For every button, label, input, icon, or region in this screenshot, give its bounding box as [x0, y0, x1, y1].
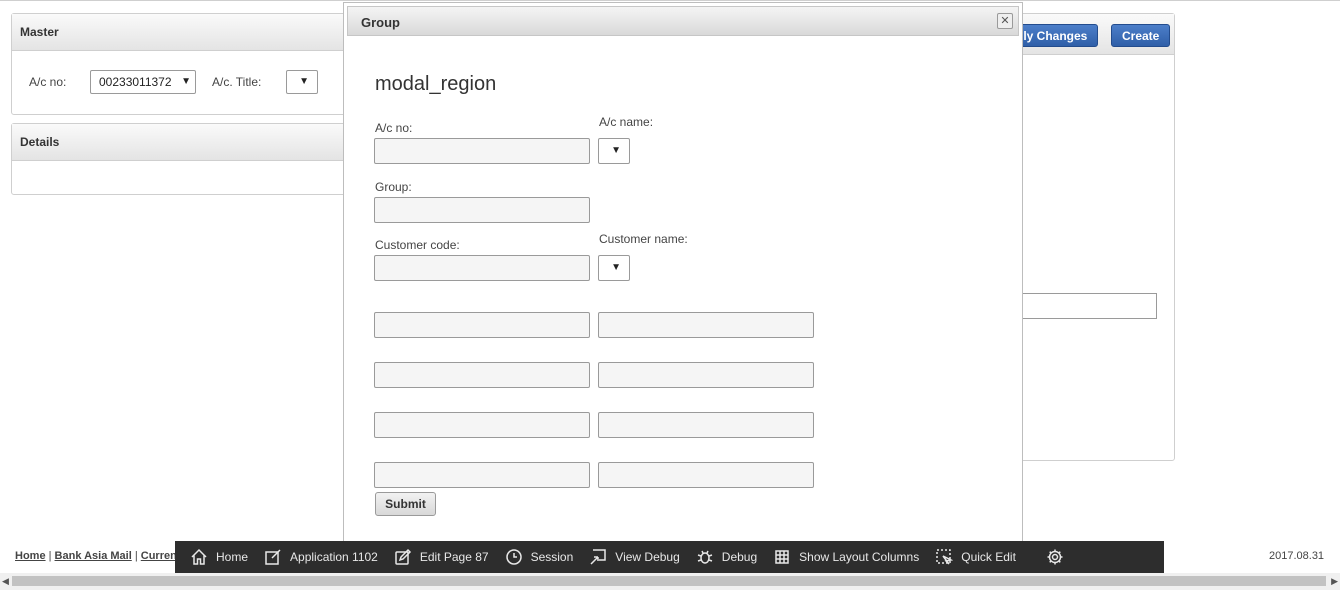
- text-input[interactable]: [598, 312, 814, 338]
- top-border: [0, 0, 1340, 1]
- group-dialog: Group ✕ modal_region A/c no: A/c name: ▼…: [343, 2, 1023, 542]
- text-input[interactable]: [374, 412, 590, 438]
- footer-link-current[interactable]: Curren: [141, 550, 177, 562]
- modal-region-title: modal_region: [375, 73, 497, 95]
- edit-icon: [264, 548, 282, 566]
- dialog-header: Group ✕: [347, 6, 1019, 36]
- customer-code-input[interactable]: [374, 255, 590, 281]
- dev-toolbar-layout-columns[interactable]: Show Layout Columns: [773, 548, 919, 566]
- developer-toolbar: Home Application 1102 Edit Page 87 Sessi…: [175, 541, 1164, 573]
- view-debug-icon: [589, 548, 607, 566]
- chevron-down-icon: ▼: [299, 76, 309, 87]
- dialog-title: Group: [361, 15, 400, 30]
- footer-link-mail[interactable]: Bank Asia Mail: [55, 550, 132, 562]
- create-button[interactable]: Create: [1111, 24, 1171, 47]
- scroll-right-icon[interactable]: ▶: [1331, 576, 1338, 587]
- clock-icon: [505, 548, 523, 566]
- text-input[interactable]: [374, 312, 590, 338]
- right-region: ply Changes Create: [1005, 13, 1175, 461]
- text-input[interactable]: [598, 462, 814, 488]
- grid-icon: [773, 548, 791, 566]
- dev-toolbar-view-debug-label: View Debug: [615, 550, 680, 564]
- dev-toolbar-session-label: Session: [530, 550, 574, 564]
- text-input[interactable]: [374, 462, 590, 488]
- dev-toolbar-quick-edit-label: Quick Edit: [961, 550, 1016, 564]
- dev-toolbar-home-label: Home: [216, 550, 249, 564]
- close-icon[interactable]: ✕: [997, 13, 1013, 29]
- dev-toolbar-application-label: Application 1102: [290, 550, 378, 564]
- dev-toolbar-application[interactable]: Application 1102: [264, 548, 378, 566]
- horizontal-scrollbar[interactable]: ◀ ▶: [0, 573, 1340, 590]
- dev-toolbar-edit-page-label: Edit Page 87: [419, 550, 489, 564]
- submit-button[interactable]: Submit: [375, 492, 436, 516]
- chevron-down-icon: ▼: [611, 145, 621, 156]
- ac-name-select[interactable]: ▼: [598, 138, 630, 164]
- quick-edit-icon: [935, 548, 954, 566]
- group-input[interactable]: [374, 197, 590, 223]
- dev-toolbar-edit-page[interactable]: Edit Page 87: [394, 548, 489, 566]
- footer-date: 2017.08.31: [1269, 550, 1325, 562]
- master-ac-no-label: A/c no:: [29, 75, 67, 89]
- dev-toolbar-layout-columns-label: Show Layout Columns: [799, 550, 920, 564]
- chevron-down-icon: ▼: [181, 76, 191, 87]
- bug-icon: [696, 548, 714, 566]
- pencil-icon: [394, 548, 412, 566]
- text-input[interactable]: [598, 412, 814, 438]
- customer-name-label: Customer name:: [599, 232, 688, 246]
- master-ac-title-select[interactable]: ▼: [286, 70, 318, 94]
- text-input[interactable]: [374, 362, 590, 388]
- master-region-title: Master: [12, 14, 352, 51]
- master-ac-no-select[interactable]: 00233011372 ▼: [90, 70, 196, 94]
- ac-name-label: A/c name:: [599, 115, 654, 129]
- footer-link-home[interactable]: Home: [15, 550, 46, 562]
- dev-toolbar-quick-edit[interactable]: Quick Edit: [935, 548, 1016, 566]
- details-region-title: Details: [12, 124, 352, 161]
- master-region: Master A/c no: 00233011372 ▼ A/c. Title:…: [11, 13, 353, 115]
- scroll-left-icon[interactable]: ◀: [2, 576, 9, 587]
- customer-code-label: Customer code:: [375, 238, 460, 252]
- details-region: Details: [11, 123, 353, 195]
- master-ac-no-value: 00233011372: [99, 75, 172, 89]
- dev-toolbar-session[interactable]: Session: [505, 548, 574, 566]
- dev-toolbar-home[interactable]: Home: [190, 548, 248, 566]
- dev-toolbar-view-debug[interactable]: View Debug: [589, 548, 680, 566]
- ac-no-label: A/c no:: [375, 121, 413, 135]
- home-icon: [190, 548, 208, 566]
- dev-toolbar-settings[interactable]: [1046, 548, 1072, 566]
- chevron-down-icon: ▼: [611, 262, 621, 273]
- scrollbar-thumb[interactable]: [12, 576, 1326, 586]
- dev-toolbar-debug-label: Debug: [721, 550, 758, 564]
- text-input[interactable]: [598, 362, 814, 388]
- footer-links: Home | Bank Asia Mail | Curren: [15, 550, 177, 562]
- dev-toolbar-debug[interactable]: Debug: [696, 548, 757, 566]
- ac-no-input[interactable]: [374, 138, 590, 164]
- gear-icon: [1046, 548, 1064, 566]
- right-region-input[interactable]: [1011, 293, 1157, 319]
- master-ac-title-label: A/c. Title:: [212, 75, 262, 89]
- group-label: Group:: [375, 180, 412, 194]
- customer-name-select[interactable]: ▼: [598, 255, 630, 281]
